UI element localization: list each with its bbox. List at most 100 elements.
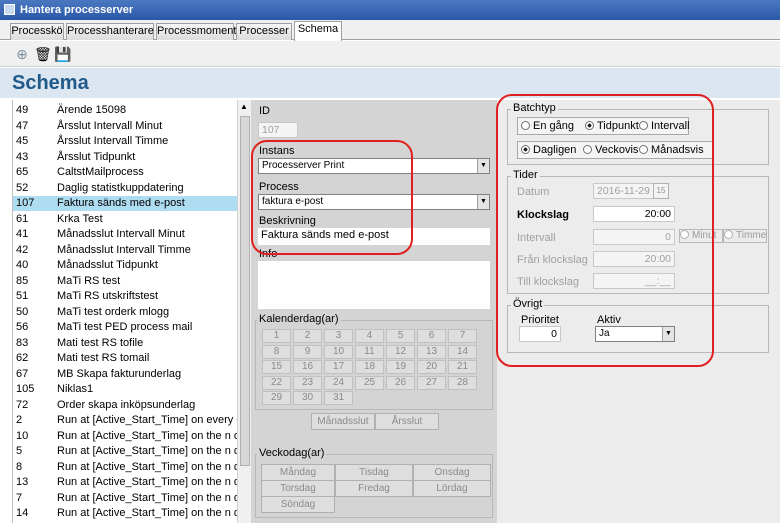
tab-processmoment[interactable]: Processmoment	[156, 23, 236, 40]
list-item[interactable]: 49 Ärende 15098	[13, 103, 237, 118]
calendar-day-button[interactable]: 16	[293, 360, 322, 374]
calendar-day-button[interactable]: 14	[448, 344, 477, 359]
list-item-id: 62	[16, 352, 29, 364]
list-item-id: 83	[16, 336, 29, 349]
tab-processer[interactable]: Processer	[236, 23, 292, 40]
calendar-day-button[interactable]: 22	[262, 375, 291, 390]
calendar-day-button[interactable]: 29	[262, 391, 291, 405]
calendar-day-button[interactable]: 26	[386, 375, 415, 390]
list-item[interactable]: 13 Run at [Active_Start_Time] on the n da…	[13, 475, 237, 490]
calendar-day-button[interactable]: 30	[293, 391, 322, 405]
calendar-day-button[interactable]: 23	[293, 375, 322, 390]
arsslut-button[interactable]: Årsslut	[375, 413, 439, 430]
weekday-monday[interactable]: Måndag	[261, 464, 335, 481]
list-item-name: Faktura sänds med e-post	[57, 197, 185, 209]
calendar-day-button[interactable]: 25	[355, 375, 384, 390]
calendar-day-button[interactable]: 31	[324, 391, 353, 405]
list-item-id: 85	[16, 274, 29, 287]
list-item[interactable]: 51 MaTi RS utskriftstest	[13, 289, 237, 304]
calendar-day-button[interactable]: 6	[417, 329, 446, 343]
list-item[interactable]: 85 MaTi RS test	[13, 274, 237, 289]
chevron-down-icon[interactable]: ▼	[477, 159, 489, 173]
list-item[interactable]: 83 Mati test RS tofile	[13, 336, 237, 351]
list-item[interactable]: 72 Order skapa inköpsunderlag	[13, 398, 237, 413]
calendar-day-button[interactable]: 2	[293, 329, 322, 343]
delete-icon[interactable]: 🗑	[34, 46, 52, 62]
list-item[interactable]: 41 Månadsslut Intervall Minut	[13, 227, 237, 242]
calendar-day-button[interactable]: 5	[386, 329, 415, 343]
list-item[interactable]: 50 MaTi test orderk mlogg	[13, 305, 237, 320]
app-icon	[4, 4, 15, 15]
list-item-name: Ärende 15098	[57, 104, 127, 116]
list-item-name: Månadsslut Tidpunkt	[57, 259, 158, 271]
list-item-id: 65	[16, 166, 29, 178]
calendar-day-button[interactable]: 4	[355, 329, 384, 343]
list-scrollbar[interactable]: ▲	[237, 100, 251, 523]
calendar-day-button[interactable]: 24	[324, 375, 353, 390]
calendar-day-button[interactable]: 18	[355, 360, 384, 374]
calendar-day-button[interactable]: 1	[262, 329, 291, 343]
list-item-name: Run at [Active_Start_Time] on the n day …	[57, 445, 237, 457]
calendar-day-button[interactable]: 3	[324, 329, 353, 343]
calendar-day-button[interactable]: 7	[448, 329, 477, 343]
list-item[interactable]: 56 MaTi test PED process mail	[13, 320, 237, 335]
list-item[interactable]: 14 Run at [Active_Start_Time] on the n da…	[13, 506, 237, 521]
list-item[interactable]: 8 Run at [Active_Start_Time] on the n day…	[13, 460, 237, 475]
calendar-day-button[interactable]: 27	[417, 375, 446, 390]
calendar-day-button[interactable]: 10	[324, 344, 353, 359]
list-item[interactable]: 107 Faktura sänds med e-post	[13, 196, 237, 211]
toolbar: ⊕ 🗑 💾	[0, 41, 780, 67]
calendar-day-button[interactable]: 20	[417, 360, 446, 374]
list-item[interactable]: 52 Daglig statistkuppdatering	[13, 181, 237, 196]
weekday-saturday[interactable]: Lördag	[413, 480, 491, 497]
weekday-wednesday[interactable]: Onsdag	[413, 464, 491, 481]
list-item-name: Årsslut Tidpunkt	[57, 150, 136, 163]
tab-schema[interactable]: Schema	[294, 21, 342, 41]
scroll-thumb[interactable]	[240, 116, 250, 466]
calendar-day-button[interactable]: 28	[448, 375, 477, 390]
save-icon[interactable]: 💾	[54, 46, 71, 62]
info-field[interactable]	[258, 261, 490, 309]
list-item[interactable]: 47 Årsslut Intervall Minut	[13, 119, 237, 134]
list-item[interactable]: 40 Månadsslut Tidpunkt	[13, 258, 237, 273]
scroll-up-icon[interactable]: ▲	[240, 102, 248, 111]
list-item[interactable]: 5 Run at [Active_Start_Time] on the n day…	[13, 444, 237, 459]
list-item-name: Månadsslut Intervall Timme	[57, 243, 191, 256]
list-item[interactable]: 62 Mati test RS tomail	[13, 351, 237, 366]
list-item-id: 72	[16, 398, 29, 411]
new-icon[interactable]: ⊕	[14, 46, 30, 62]
list-item[interactable]: 105 Niklas1	[13, 382, 237, 397]
list-item[interactable]: 45 Årsslut Intervall Timme	[13, 134, 237, 149]
calendar-day-button[interactable]: 12	[386, 344, 415, 359]
calendar-day-button[interactable]: 19	[386, 360, 415, 374]
calendar-day-button[interactable]: 17	[324, 360, 353, 374]
list-item-id: 13	[16, 476, 29, 488]
list-item[interactable]: 43 Årsslut Tidpunkt	[13, 150, 237, 165]
calendar-day-button[interactable]: 21	[448, 360, 477, 374]
manadsslut-button[interactable]: Månadsslut	[311, 413, 375, 430]
list-item[interactable]: 7 Run at [Active_Start_Time] on the n day…	[13, 491, 237, 506]
list-item[interactable]: 10 Run at [Active_Start_Time] on the n da…	[13, 429, 237, 444]
chevron-down-icon[interactable]: ▼	[477, 195, 489, 209]
list-item[interactable]: 42 Månadsslut Intervall Timme	[13, 243, 237, 258]
list-item[interactable]: 2 Run at [Active_Start_Time] on every day	[13, 413, 237, 428]
calendar-day-button[interactable]: 15	[262, 360, 291, 374]
tab-processko[interactable]: Processkö	[10, 23, 64, 40]
list-item-id: 49	[16, 104, 29, 116]
weekday-friday[interactable]: Fredag	[335, 480, 413, 497]
calendar-day-button[interactable]: 13	[417, 344, 446, 359]
calendar-day-button[interactable]: 11	[355, 344, 384, 359]
schedule-list[interactable]: 49 Ärende 15098 47 Årsslut Intervall Minut 4…	[12, 100, 237, 523]
tab-processhanterare[interactable]: Processhanterare	[66, 23, 154, 40]
calendar-day-button[interactable]: 8	[262, 344, 291, 359]
weekday-sunday[interactable]: Söndag	[261, 496, 335, 513]
list-item[interactable]: 65 CaltstMailprocess	[13, 165, 237, 180]
list-item-id: 14	[16, 507, 29, 519]
window-titlebar: Hantera processerver	[0, 0, 780, 20]
list-item[interactable]: 67 MB Skapa fakturunderlag	[13, 367, 237, 382]
weekday-tuesday[interactable]: Tisdag	[335, 464, 413, 481]
calendar-day-button[interactable]: 9	[293, 344, 322, 359]
list-item-name: Run at [Active_Start_Time] on the n days…	[57, 491, 237, 504]
list-item[interactable]: 61 Krka Test	[13, 212, 237, 227]
weekday-thursday[interactable]: Torsdag	[261, 480, 335, 497]
